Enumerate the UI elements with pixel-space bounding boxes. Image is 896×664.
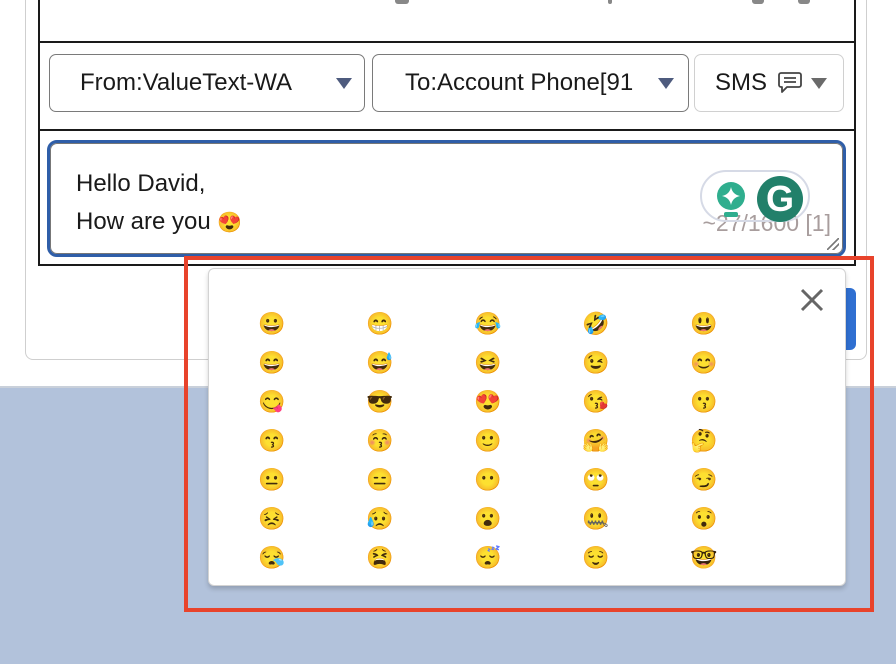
emoji-option[interactable]: 🤓: [669, 538, 739, 577]
to-select-value: To:Account Phone[91: [405, 69, 634, 96]
emoji-option[interactable]: 😫: [345, 538, 415, 577]
emoji-option[interactable]: 🤤: [561, 577, 631, 585]
emoji-option[interactable]: 😆: [453, 343, 523, 382]
from-select[interactable]: From:ValueText-WA: [49, 54, 365, 112]
emoji-option[interactable]: 😑: [345, 460, 415, 499]
emoji-option[interactable]: 😊: [669, 343, 739, 382]
emoji-option[interactable]: 😚: [345, 421, 415, 460]
emoji-option[interactable]: 😯: [669, 499, 739, 538]
emoji-option[interactable]: 😙: [237, 421, 307, 460]
from-select-value: From:ValueText-WA: [80, 69, 293, 96]
chevron-down-icon: [658, 77, 674, 89]
emoji-picker: 😀 😁 😂 🤣 😃 😄 😅 😆 😉 😊 😋 😎 😍 😘 😗 😙 😚 🙂 🤗 🤔 😐 😑 😶 🙄 😏 😣 😥 😮 🤐 😯 😪 😫 😴 😌 🤓 😛 😜 😝 🤤 😒: [208, 268, 846, 586]
emoji-option[interactable]: 🤣: [561, 304, 631, 343]
emoji-option[interactable]: 😒: [669, 577, 739, 585]
emoji-option[interactable]: 🙄: [561, 460, 631, 499]
emoji-grid: 😀 😁 😂 🤣 😃 😄 😅 😆 😉 😊 😋 😎 😍 😘 😗 😙 😚 🙂 🤗 🤔 😐 😑 😶 🙄 😏 😣 😥 😮 🤐 😯 😪 😫 😴 😌 🤓 😛 😜 😝 🤤 😒: [237, 304, 777, 585]
emoji-option[interactable]: 😌: [561, 538, 631, 577]
toolbar-icon-fragment[interactable]: [395, 0, 409, 4]
emoji-option[interactable]: 😛: [237, 577, 307, 585]
to-select[interactable]: To:Account Phone[91: [372, 54, 689, 112]
emoji-option[interactable]: 😘: [561, 382, 631, 421]
emoji-option[interactable]: 😄: [237, 343, 307, 382]
emoji-option[interactable]: 😮: [453, 499, 523, 538]
toolbar-icon-fragment[interactable]: [752, 0, 764, 4]
emoji-option[interactable]: 😴: [453, 538, 523, 577]
emoji-option[interactable]: 😶: [453, 460, 523, 499]
emoji-option[interactable]: 😏: [669, 460, 739, 499]
emoji-option[interactable]: 🙂: [453, 421, 523, 460]
emoji-option[interactable]: 😀: [237, 304, 307, 343]
emoji-option[interactable]: 😎: [345, 382, 415, 421]
emoji-option[interactable]: 😉: [561, 343, 631, 382]
chevron-down-icon: [811, 77, 828, 89]
message-line-2-text: How are you: [76, 208, 211, 235]
emoji-option[interactable]: 😂: [453, 304, 523, 343]
resize-handle[interactable]: [827, 238, 839, 250]
emoji-option[interactable]: 😣: [237, 499, 307, 538]
emoji-option[interactable]: 😋: [237, 382, 307, 421]
emoji-option[interactable]: 😅: [345, 343, 415, 382]
emoji-option[interactable]: 🤗: [561, 421, 631, 460]
chevron-down-icon: [336, 77, 352, 89]
close-icon[interactable]: [797, 285, 827, 315]
chat-bubble-icon: [777, 71, 803, 95]
emoji-option[interactable]: 😍: [453, 382, 523, 421]
toolbar-icon-fragment[interactable]: [608, 0, 612, 4]
emoji-option[interactable]: 😃: [669, 304, 739, 343]
divider: [38, 41, 856, 43]
emoji-option[interactable]: 😪: [237, 538, 307, 577]
emoji-option[interactable]: 😝: [453, 577, 523, 585]
emoji-option[interactable]: 😁: [345, 304, 415, 343]
emoji-option[interactable]: 😥: [345, 499, 415, 538]
emoji-option[interactable]: 😐: [237, 460, 307, 499]
emoji-option[interactable]: 🤔: [669, 421, 739, 460]
emoji-option[interactable]: 🤐: [561, 499, 631, 538]
toolbar-icon-fragment[interactable]: [798, 0, 810, 4]
channel-select-value: SMS: [715, 69, 768, 96]
heart-eyes-emoji: 😍: [217, 212, 243, 234]
grammarly-logo-icon[interactable]: G: [757, 176, 803, 222]
channel-select[interactable]: SMS: [694, 54, 844, 112]
lightbulb-icon[interactable]: [716, 181, 746, 223]
emoji-option[interactable]: 😗: [669, 382, 739, 421]
divider: [38, 129, 856, 131]
emoji-option[interactable]: 😜: [345, 577, 415, 585]
